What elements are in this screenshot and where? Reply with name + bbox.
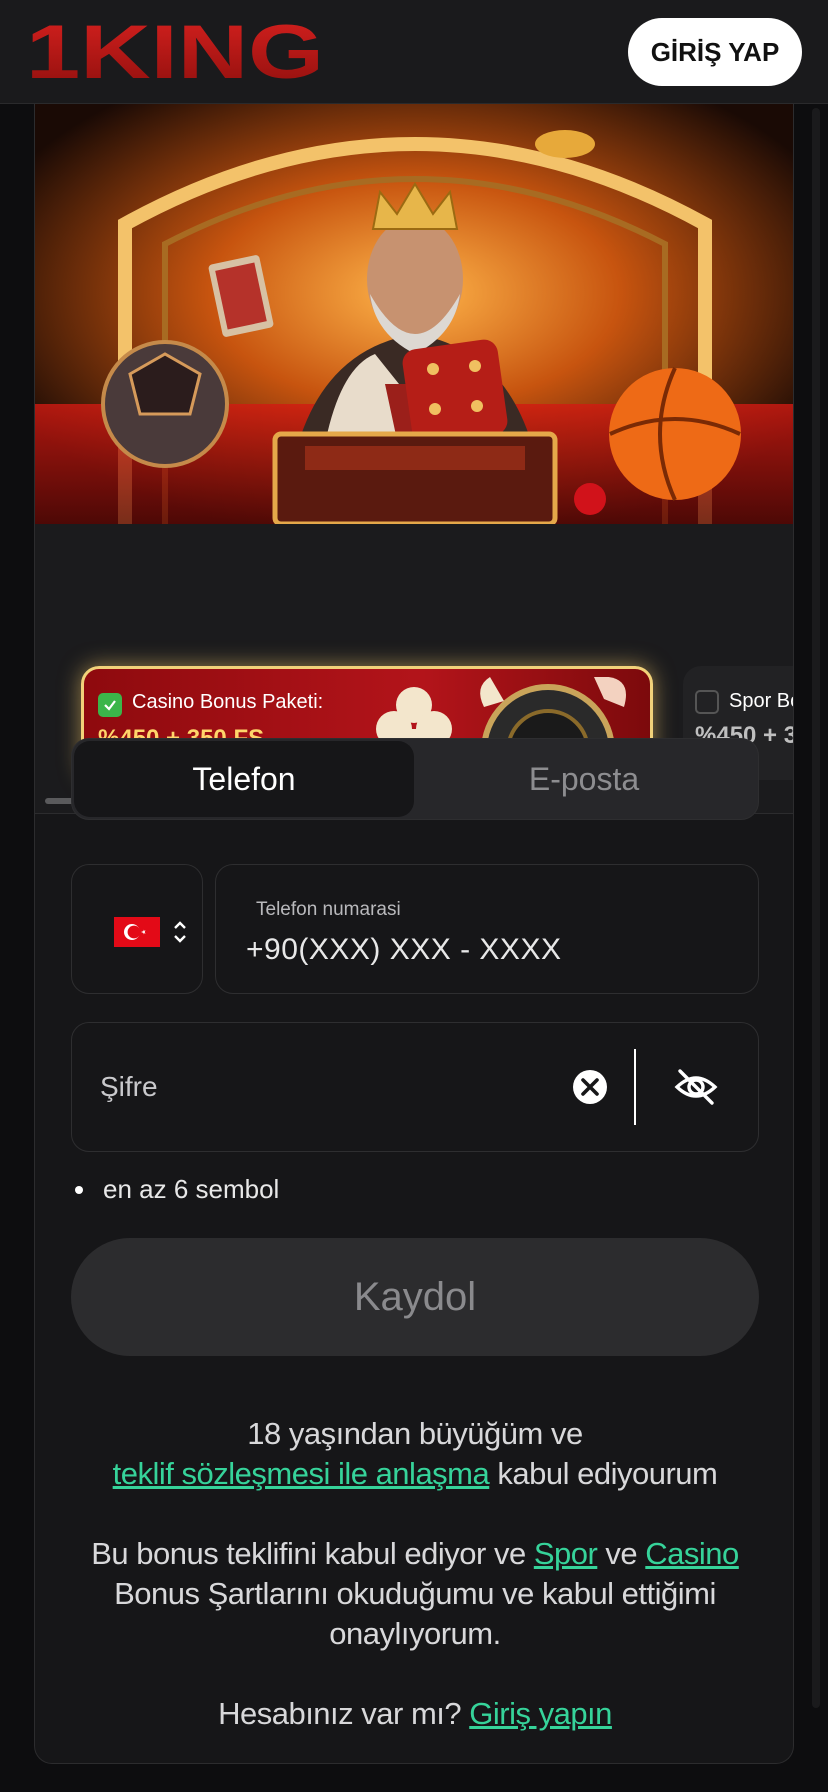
bonus-title: Casino Bonus Paketi: bbox=[132, 691, 324, 713]
age-consent-rest: kabul ediyourum bbox=[497, 1456, 718, 1491]
checkbox-checked-icon[interactable] bbox=[98, 693, 122, 717]
password-hint: en az 6 sembol bbox=[75, 1174, 279, 1205]
login-button[interactable]: GİRİŞ YAP bbox=[628, 18, 802, 86]
account-question: Hesabınız var mı? bbox=[218, 1696, 462, 1731]
eye-off-icon[interactable] bbox=[674, 1067, 718, 1107]
age-consent-text: 18 yaşından büyüğüm ve teklif sözleşmesi… bbox=[35, 1414, 793, 1494]
tab-telefon[interactable]: Telefon bbox=[74, 741, 414, 817]
password-hint-text: en az 6 sembol bbox=[103, 1174, 280, 1204]
spor-link[interactable]: Spor bbox=[534, 1536, 598, 1571]
login-prompt: Hesabınız var mı? Giriş yapın bbox=[35, 1694, 793, 1734]
field-divider bbox=[634, 1049, 636, 1125]
login-link[interactable]: Giriş yapın bbox=[469, 1696, 612, 1731]
turkey-flag-icon bbox=[114, 917, 160, 947]
bonus-title: Spor Bo bbox=[729, 690, 793, 712]
phone-field[interactable]: Telefon numarasi +90(XXX) XXX - XXXX bbox=[215, 864, 759, 994]
checkbox-unchecked-icon[interactable] bbox=[695, 690, 719, 714]
tab-e-posta[interactable]: E-posta bbox=[414, 741, 754, 817]
logo[interactable]: 1KING bbox=[26, 16, 326, 86]
country-code-select[interactable] bbox=[71, 864, 203, 994]
age-consent-line2: teklif sözleşmesi ile anlaşma kabul ediy… bbox=[35, 1454, 793, 1494]
phone-label: Telefon numarasi bbox=[256, 899, 401, 920]
register-button[interactable]: Kaydol bbox=[71, 1238, 759, 1356]
casino-link[interactable]: Casino bbox=[645, 1536, 739, 1571]
bonus-consent-prefix: Bu bonus teklifini kabul ediyor ve bbox=[91, 1536, 526, 1571]
agreement-link[interactable]: teklif sözleşmesi ile anlaşma bbox=[113, 1456, 490, 1491]
hero-banner-image bbox=[35, 104, 793, 524]
svg-text:1KING: 1KING bbox=[26, 16, 324, 86]
password-input[interactable]: Şifre bbox=[100, 1071, 158, 1103]
password-field[interactable]: Şifre bbox=[71, 1022, 759, 1152]
bonus-consent-ve: ve bbox=[605, 1536, 638, 1571]
registration-method-tabs: Telefon E-posta bbox=[71, 738, 759, 820]
bonus-consent-line3: onaylıyorum. bbox=[329, 1616, 501, 1651]
bullet-icon bbox=[75, 1185, 83, 1194]
clear-icon[interactable] bbox=[572, 1069, 608, 1105]
chevron-up-down-icon bbox=[174, 921, 186, 943]
age-consent-line1: 18 yaşından büyüğüm ve bbox=[247, 1416, 583, 1451]
bonus-consent-text: Bu bonus teklifini kabul ediyor ve Spor … bbox=[35, 1534, 793, 1654]
bonus-consent-line2: Bonus Şartlarını okuduğumu ve kabul etti… bbox=[114, 1576, 716, 1611]
header: 1KING GİRİŞ YAP bbox=[0, 0, 828, 104]
registration-card: Casino Bonus Paketi: %450 + 350 FS Spor … bbox=[34, 104, 794, 1764]
phone-input[interactable]: +90(XXX) XXX - XXXX bbox=[246, 933, 561, 967]
page-scrollbar[interactable] bbox=[812, 108, 820, 1708]
bonus-consent-line1: Bu bonus teklifini kabul ediyor ve Spor … bbox=[35, 1534, 793, 1574]
